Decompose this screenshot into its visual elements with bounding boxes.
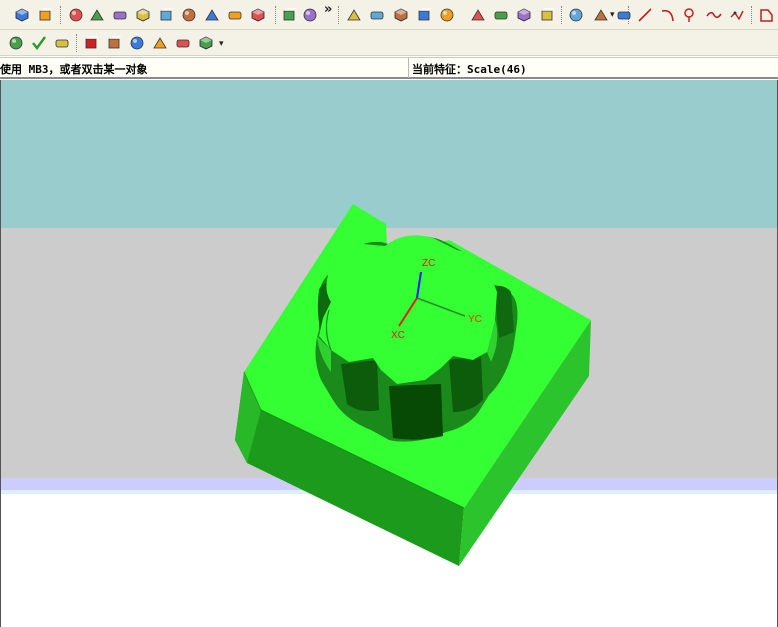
cube-blue-icon[interactable] xyxy=(227,7,243,23)
status-hint: 使用 MB3，或者双击某一对象 xyxy=(0,63,148,76)
wrench-icon[interactable] xyxy=(568,7,584,23)
red-cube-icon[interactable] xyxy=(83,35,99,51)
toolbar-separator xyxy=(751,6,753,24)
block-icon[interactable] xyxy=(158,7,174,23)
sheet-icon[interactable] xyxy=(346,7,362,23)
tab-icon[interactable] xyxy=(758,7,774,23)
main-toolbar: » ▾ xyxy=(0,0,778,30)
shell-icon[interactable] xyxy=(470,7,486,23)
xc-label: XC xyxy=(391,330,405,341)
toolbar-separator xyxy=(275,6,277,24)
cube-icon[interactable] xyxy=(68,7,84,23)
arc-icon[interactable] xyxy=(660,7,676,23)
face-orange-icon[interactable] xyxy=(616,7,632,23)
toolbar-separator xyxy=(561,6,563,24)
toolbar-overflow-icon[interactable]: » xyxy=(324,2,332,17)
status-divider xyxy=(408,58,409,78)
cut-icon[interactable] xyxy=(129,35,145,51)
sketch-icon[interactable] xyxy=(8,35,24,51)
cube-yellow-icon[interactable] xyxy=(516,7,532,23)
tool-icon[interactable] xyxy=(198,35,214,51)
point-icon[interactable] xyxy=(729,7,745,23)
boolean-icon[interactable] xyxy=(152,35,168,51)
toolbar-row-1: » ▾ xyxy=(0,0,778,29)
sphere-view-icon[interactable] xyxy=(37,7,53,23)
surface-icon[interactable] xyxy=(369,7,385,23)
toolbar-row-2: ▾ xyxy=(0,30,778,55)
slab-icon[interactable] xyxy=(281,7,297,23)
book-icon[interactable] xyxy=(181,7,197,23)
gear-notch-front-right xyxy=(449,356,483,412)
toolbar-dropdown-icon[interactable]: ▾ xyxy=(610,10,615,20)
plate-icon[interactable] xyxy=(204,7,220,23)
gear-notch-front-center xyxy=(389,384,443,440)
table-icon[interactable] xyxy=(54,35,70,51)
face-blue-icon[interactable] xyxy=(493,7,509,23)
zc-label: ZC xyxy=(422,258,435,269)
status-bar: 使用 MB3，或者双击某一对象 当前特征：Scale(46) xyxy=(0,57,778,79)
line-icon[interactable] xyxy=(637,7,653,23)
background-band-teal xyxy=(1,80,777,228)
spline-icon[interactable] xyxy=(683,7,699,23)
yc-label: YC xyxy=(468,314,482,325)
twisted-sheet-icon[interactable] xyxy=(393,7,409,23)
toolbar-separator xyxy=(338,6,340,24)
graphics-viewport[interactable]: ZC YC XC xyxy=(0,80,778,627)
check-icon[interactable] xyxy=(31,35,47,51)
bucket-icon[interactable] xyxy=(106,35,122,51)
scene-svg[interactable]: ZC YC XC xyxy=(1,80,778,627)
cone-icon[interactable] xyxy=(112,7,128,23)
wedge-icon[interactable] xyxy=(89,7,105,23)
toolbar-separator xyxy=(60,6,62,24)
gear-icon[interactable] xyxy=(175,35,191,51)
toolbar-dropdown-icon[interactable]: ▾ xyxy=(219,39,224,49)
trim-icon[interactable] xyxy=(593,7,609,23)
cylinder-icon[interactable] xyxy=(250,7,266,23)
cut-block-icon[interactable] xyxy=(135,7,151,23)
toolbar-separator xyxy=(76,34,78,52)
box-view-icon[interactable] xyxy=(14,7,30,23)
tag-icon[interactable] xyxy=(439,7,455,23)
wave-icon[interactable] xyxy=(706,7,722,23)
feature-toolbar: ▾ xyxy=(0,30,778,56)
current-feature-label: 当前特征：Scale(46) xyxy=(412,63,527,76)
cube-orange-icon[interactable] xyxy=(539,7,555,23)
pattern-icon[interactable] xyxy=(416,7,432,23)
eraser-icon[interactable] xyxy=(302,7,318,23)
